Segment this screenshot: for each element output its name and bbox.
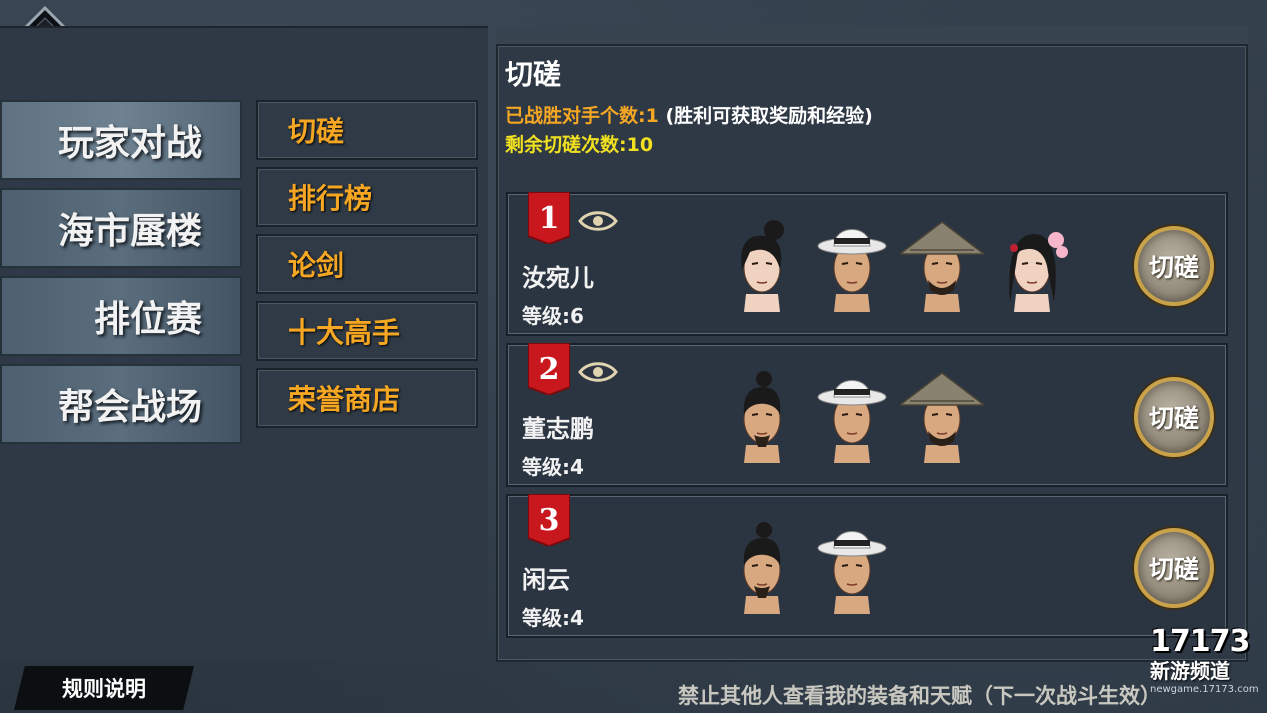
- main-nav-label: 玩家对战: [57, 123, 202, 164]
- opponent-level: 等级:6: [522, 304, 584, 328]
- spar-button-label: 切磋: [1148, 404, 1199, 433]
- spar-button[interactable]: 切磋: [1134, 226, 1214, 306]
- main-nav: 玩家对战 海市蜃楼 排位赛 帮会战场: [0, 100, 242, 452]
- main-nav-item-mirage[interactable]: 海市蜃楼: [0, 188, 242, 268]
- character-avatar-woman-flower: [1009, 232, 1068, 312]
- rules-button[interactable]: 规则说明: [14, 666, 194, 710]
- spar-button[interactable]: 切磋: [1134, 377, 1214, 457]
- opponent-name: 汝宛儿: [522, 264, 594, 292]
- wins-stat: 已战胜对手个数:1 (胜利可获取奖励和经验): [505, 101, 873, 128]
- character-avatar-man-white-hat: [817, 229, 887, 312]
- opponent-level: 等级:4: [522, 606, 584, 630]
- team-avatars: [720, 514, 894, 622]
- watermark-channel: 新游频道: [1150, 659, 1230, 683]
- spar-button[interactable]: 切磋: [1134, 528, 1214, 608]
- character-avatar-man-white-hat: [817, 380, 887, 463]
- wins-note: (胜利可获取奖励和经验): [658, 105, 873, 127]
- rank-number: 3: [539, 503, 560, 538]
- character-avatar-man-topknot: [743, 371, 781, 463]
- privacy-toggle[interactable]: 禁止其他人查看我的装备和天赋（下一次战斗生效）: [678, 680, 1161, 710]
- page-title: 切磋: [505, 58, 562, 91]
- wins-count: 已战胜对手个数:1: [505, 105, 659, 127]
- eye-icon[interactable]: [578, 210, 618, 232]
- main-nav-item-guild-war[interactable]: 帮会战场: [0, 364, 242, 444]
- sub-nav-label: 切磋: [288, 115, 345, 148]
- team-avatars: [720, 212, 1074, 320]
- opponent-card: 3 闲云 等级:4 切磋: [506, 494, 1228, 638]
- watermark-logo: 17173 新游频道 newgame.17173.com: [1150, 624, 1260, 710]
- sub-nav: 切磋 排行榜 论剑 十大高手 荣誉商店: [256, 100, 478, 435]
- character-avatar-man-straw-hat: [900, 221, 984, 312]
- rank-ribbon-icon: 3: [528, 494, 570, 546]
- sub-nav-label: 排行榜: [288, 182, 373, 215]
- character-avatar-man-white-hat: [817, 531, 887, 614]
- main-nav-label: 排位赛: [93, 299, 202, 340]
- character-avatar-woman-topknot: [741, 220, 784, 312]
- sub-nav-item-spar[interactable]: 切磋: [256, 100, 478, 160]
- rules-label: 规则说明: [62, 677, 146, 701]
- rank-number: 2: [539, 352, 560, 387]
- remaining-stat: 剩余切磋次数:10: [505, 134, 654, 156]
- rank-ribbon-icon: 2: [528, 343, 570, 395]
- team-avatars: [720, 363, 984, 471]
- rank-ribbon-icon: 1: [528, 192, 570, 244]
- sub-nav-label: 论剑: [288, 249, 345, 282]
- spar-button-label: 切磋: [1148, 253, 1199, 282]
- opponent-card: 2 董志鹏 等级:4 切磋: [506, 343, 1228, 487]
- opponent-card: 1 汝宛儿 等级:6 切磋: [506, 192, 1228, 336]
- main-nav-item-pvp[interactable]: 玩家对战: [0, 100, 242, 180]
- main-nav-item-ranked[interactable]: 排位赛: [0, 276, 242, 356]
- spar-button-label: 切磋: [1148, 555, 1199, 584]
- rank-number: 1: [539, 201, 560, 236]
- right-top-strip: [496, 26, 1248, 46]
- sub-nav-item-top-ten[interactable]: 十大高手: [256, 301, 478, 361]
- watermark-brand: 17173: [1150, 624, 1250, 659]
- eye-icon[interactable]: [578, 361, 618, 383]
- opponent-name: 董志鹏: [522, 415, 594, 443]
- sub-nav-label: 十大高手: [288, 316, 401, 349]
- watermark-url: newgame.17173.com: [1150, 684, 1259, 695]
- opponent-level: 等级:4: [522, 455, 584, 479]
- opponent-name: 闲云: [522, 566, 570, 594]
- sub-nav-item-leaderboard[interactable]: 排行榜: [256, 167, 478, 227]
- main-nav-label: 帮会战场: [57, 387, 202, 428]
- character-avatar-man-topknot: [743, 522, 781, 614]
- sub-nav-item-honor-shop[interactable]: 荣誉商店: [256, 368, 478, 428]
- character-avatar-man-straw-hat: [900, 372, 984, 463]
- sub-nav-item-duel[interactable]: 论剑: [256, 234, 478, 294]
- main-nav-label: 海市蜃楼: [57, 211, 202, 252]
- sub-nav-label: 荣誉商店: [288, 383, 401, 416]
